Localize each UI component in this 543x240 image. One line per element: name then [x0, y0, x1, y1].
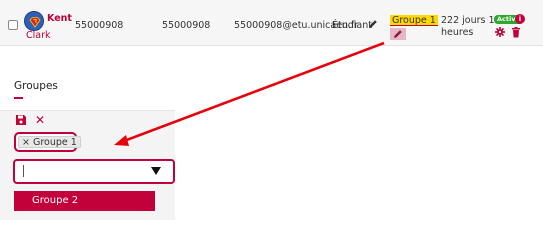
annotation-arrow — [114, 41, 385, 146]
